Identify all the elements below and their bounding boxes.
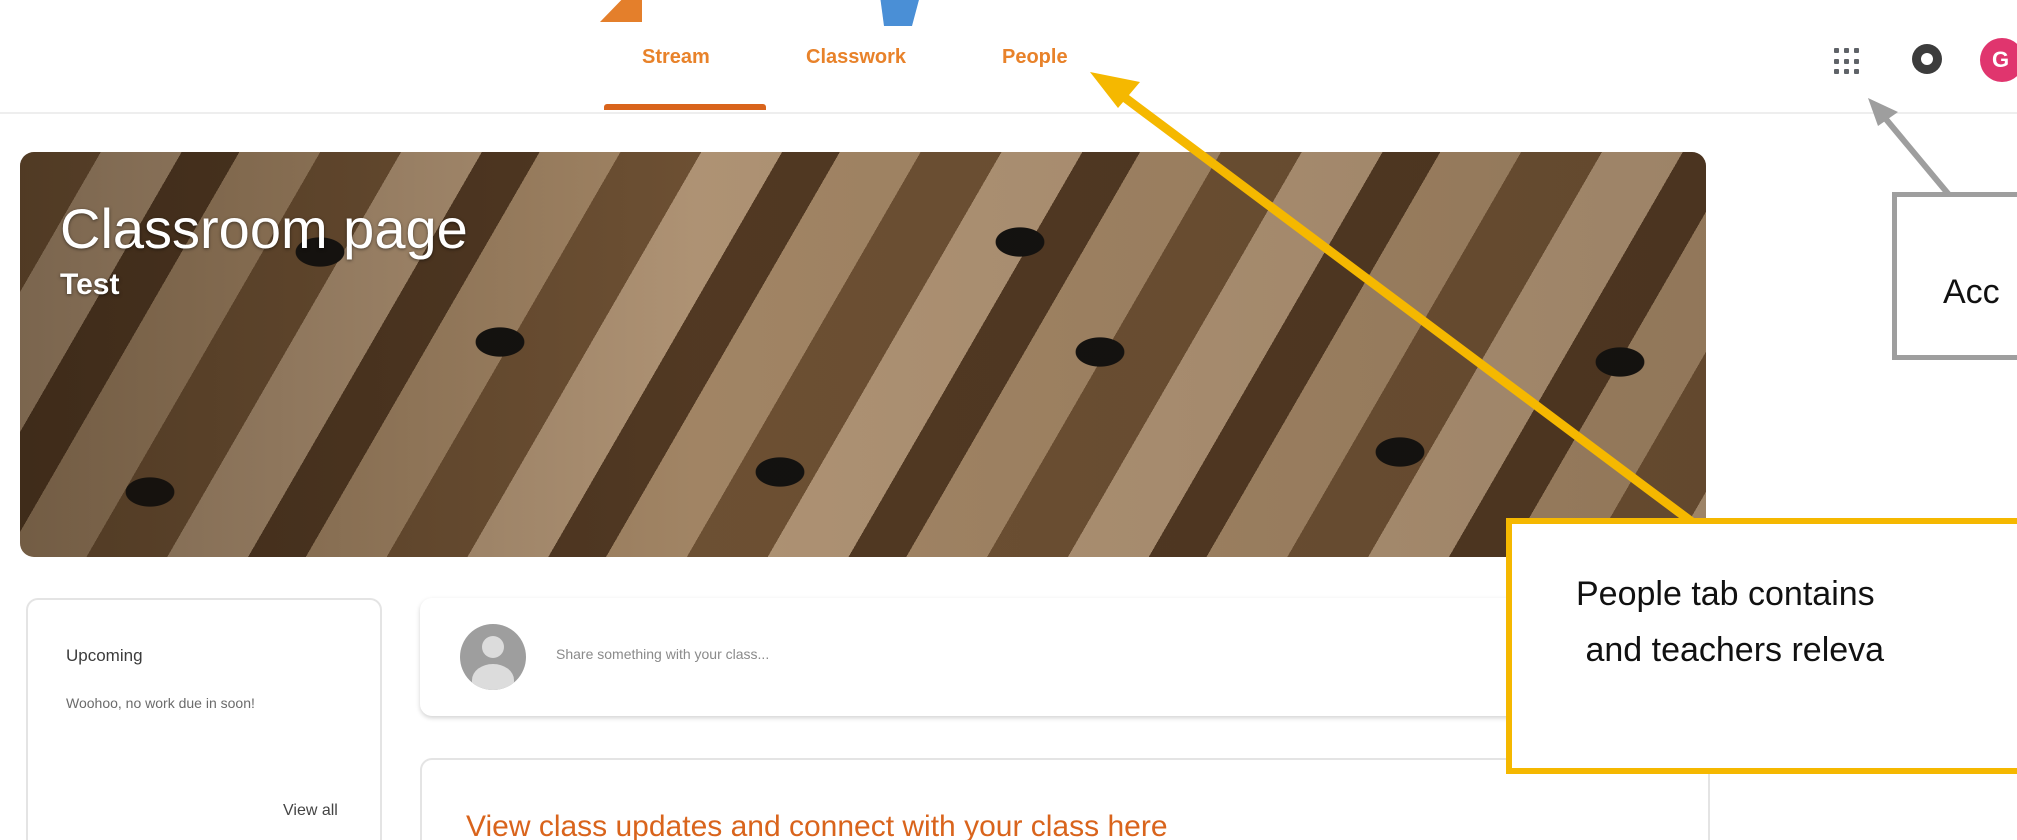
apps-grid-icon[interactable] bbox=[1834, 48, 1864, 76]
class-section: Test bbox=[60, 268, 120, 301]
view-all-link[interactable]: View all bbox=[283, 802, 338, 820]
active-tab-indicator bbox=[604, 104, 766, 110]
gray-callout-text: Acc bbox=[1943, 273, 2000, 311]
settings-icon[interactable] bbox=[1912, 44, 1942, 74]
upcoming-empty-text: Woohoo, no work due in soon! bbox=[66, 695, 255, 711]
gray-annotation-callout: Acc bbox=[1892, 192, 2017, 360]
upcoming-card: Upcoming Woohoo, no work due in soon! Vi… bbox=[26, 598, 382, 840]
account-avatar[interactable]: G bbox=[1980, 38, 2017, 82]
upcoming-title: Upcoming bbox=[66, 646, 143, 665]
share-input[interactable]: Share something with your class... bbox=[556, 646, 769, 662]
class-updates-heading: View class updates and connect with your… bbox=[466, 810, 1168, 840]
top-bar: Stream Classwork People G bbox=[0, 0, 2017, 114]
user-avatar-icon bbox=[460, 624, 526, 690]
yellow-annotation-callout: People tab contains and teachers releva bbox=[1506, 518, 2017, 774]
class-banner: Classroom page Test bbox=[20, 152, 1706, 557]
classroom-page: Stream Classwork People G Classroom page… bbox=[0, 0, 2017, 840]
tab-stream[interactable]: Stream bbox=[642, 46, 710, 69]
blue-annotation-shape bbox=[880, 0, 920, 26]
tab-people[interactable]: People bbox=[1002, 46, 1068, 69]
yellow-callout-text: People tab contains and teachers releva bbox=[1576, 575, 1885, 669]
tab-classwork[interactable]: Classwork bbox=[806, 46, 906, 69]
orange-annotation-shape bbox=[600, 0, 642, 22]
class-title[interactable]: Classroom page bbox=[60, 196, 468, 261]
